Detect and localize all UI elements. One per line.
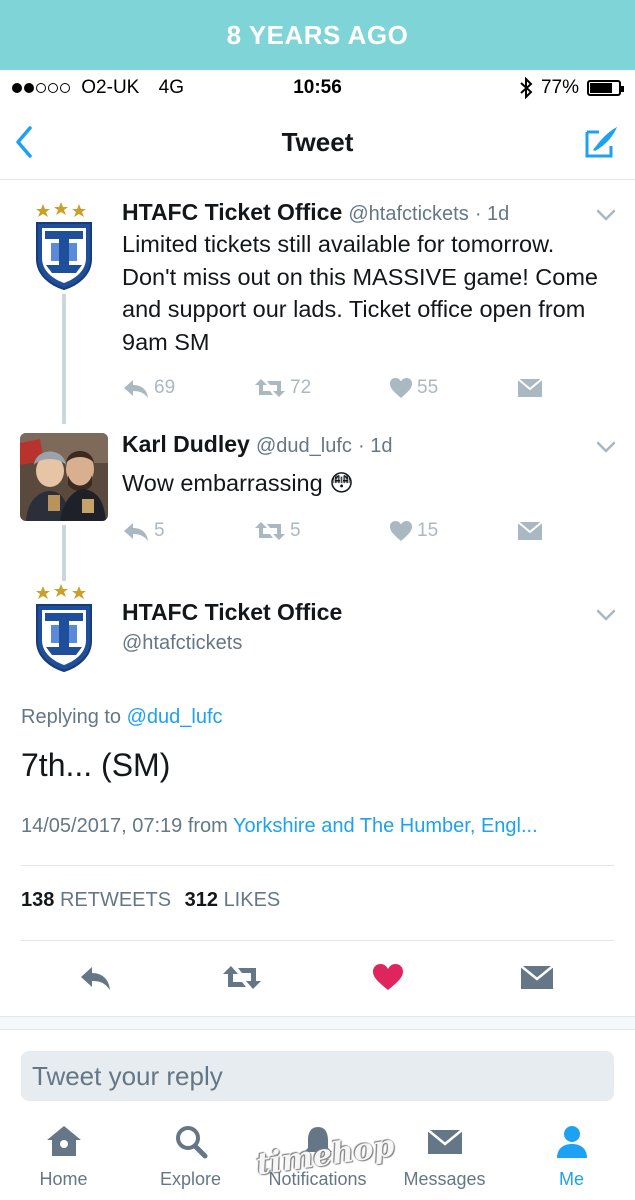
retweet-button[interactable]: 72 (254, 377, 311, 399)
author-name[interactable]: HTAFC Ticket Office (122, 199, 342, 225)
main-author-handle[interactable]: @htafctickets (122, 629, 242, 655)
chevron-down-icon[interactable] (595, 208, 617, 222)
reply-button[interactable]: 5 (122, 520, 165, 542)
status-bar: O2-UK 4G 10:56 77% (0, 70, 635, 106)
chevron-down-icon[interactable] (595, 440, 617, 454)
retweet-icon[interactable] (222, 955, 262, 999)
tweet-actions: 69 72 55 (122, 377, 562, 407)
reply-icon[interactable] (78, 955, 112, 999)
home-icon (46, 1126, 81, 1156)
nav-bar: Tweet (0, 106, 635, 180)
retweet-icon (255, 379, 285, 397)
main-tweet: HTAFC Ticket Office @htafctickets (0, 581, 635, 691)
page-title: Tweet (281, 127, 354, 157)
like-count: 15 (417, 520, 439, 541)
tweet-timestamp: 14/05/2017, 07:19 from Yorkshire and The… (21, 815, 538, 838)
search-icon (175, 1126, 207, 1159)
reply-button[interactable]: 69 (122, 377, 175, 399)
reply-icon (124, 380, 148, 398)
retweets-stat[interactable]: 138 RETWEETS (21, 889, 171, 911)
main-tweet-text: 7th... (SM) (21, 747, 171, 783)
battery-percent: 77% (540, 77, 579, 98)
section-gap (0, 1016, 635, 1030)
tab-home[interactable]: Home (0, 1118, 127, 1190)
envelope-icon (426, 1129, 463, 1154)
author-handle: @htafctickets (122, 632, 243, 654)
tab-messages[interactable]: Messages (381, 1118, 508, 1190)
tweet-text: Limited tickets still available for tomo… (122, 231, 598, 355)
tweet-actions: 5 5 15 (122, 520, 562, 550)
main-author-name[interactable]: HTAFC Ticket Office (122, 599, 342, 626)
tab-explore[interactable]: Explore (127, 1118, 254, 1190)
divider (21, 865, 614, 866)
replying-to: Replying to @dud_lufc (21, 706, 223, 729)
user-avatar[interactable] (20, 433, 108, 521)
heart-icon[interactable] (372, 955, 404, 999)
like-button[interactable]: 15 (389, 520, 438, 542)
battery-icon (587, 80, 624, 96)
main-tweet-actions (0, 955, 635, 999)
reply-icon (124, 523, 148, 541)
retweet-icon (255, 522, 285, 540)
bluetooth-icon (520, 77, 533, 99)
like-count: 55 (417, 377, 439, 398)
tab-label: Home (39, 1169, 88, 1189)
divider (21, 940, 614, 941)
compose-icon[interactable] (581, 122, 621, 162)
heart-icon (390, 521, 412, 541)
tweet-text: Wow embarrassing 😳 (122, 470, 354, 496)
tweet-1[interactable]: HTAFC Ticket Office @htafctickets · 1d L… (0, 181, 635, 424)
envelope-icon (517, 521, 543, 540)
heart-icon (390, 378, 412, 398)
timestamp-text: 14/05/2017, 07:19 from (21, 815, 228, 837)
location-link[interactable]: Yorkshire and The Humber, Engl... (233, 815, 538, 837)
thread-line (62, 294, 66, 424)
club-crest-avatar[interactable] (31, 201, 97, 291)
tab-label: Explore (159, 1169, 222, 1189)
tab-label: Me (558, 1169, 584, 1189)
envelope-icon[interactable] (520, 955, 554, 999)
tab-label: Messages (403, 1169, 486, 1189)
dm-button[interactable] (517, 377, 543, 399)
author-handle[interactable]: @htafctickets (348, 203, 468, 225)
retweet-count: 5 (290, 520, 301, 541)
tweet-2[interactable]: Karl Dudley @dud_lufc · 1d Wow embarrass… (0, 421, 635, 581)
author-name: HTAFC Ticket Office (122, 599, 343, 625)
timehop-banner: 8 YEARS AGO (0, 0, 635, 70)
thread-line (62, 525, 66, 581)
replying-handle-link[interactable]: @dud_lufc (127, 706, 223, 728)
chevron-down-icon[interactable] (595, 608, 617, 622)
likes-stat[interactable]: 312 LIKES (185, 889, 281, 911)
like-button[interactable]: 55 (389, 377, 438, 399)
replying-prefix: Replying to (21, 706, 122, 728)
tweet-age: · 1d (358, 435, 393, 457)
tweet-header: HTAFC Ticket Office @htafctickets · 1d (122, 199, 509, 226)
reply-count: 69 (154, 377, 176, 398)
reply-input[interactable]: Tweet your reply (21, 1051, 614, 1101)
envelope-icon (517, 378, 543, 397)
club-crest-avatar[interactable] (31, 583, 97, 673)
status-right: 77% (519, 77, 624, 99)
reply-count: 5 (154, 520, 165, 541)
person-icon (556, 1126, 587, 1158)
author-name[interactable]: Karl Dudley (122, 431, 250, 457)
tab-me[interactable]: Me (508, 1118, 635, 1190)
tweet-header: Karl Dudley @dud_lufc · 1d (122, 431, 392, 458)
retweet-count: 72 (290, 377, 312, 398)
retweet-button[interactable]: 5 (254, 520, 301, 542)
tweet-stats: 138 RETWEETS 312 LIKES (21, 889, 280, 912)
tweet-age: · 1d (474, 203, 510, 225)
dm-button[interactable] (517, 520, 543, 542)
author-handle[interactable]: @dud_lufc (256, 435, 352, 457)
